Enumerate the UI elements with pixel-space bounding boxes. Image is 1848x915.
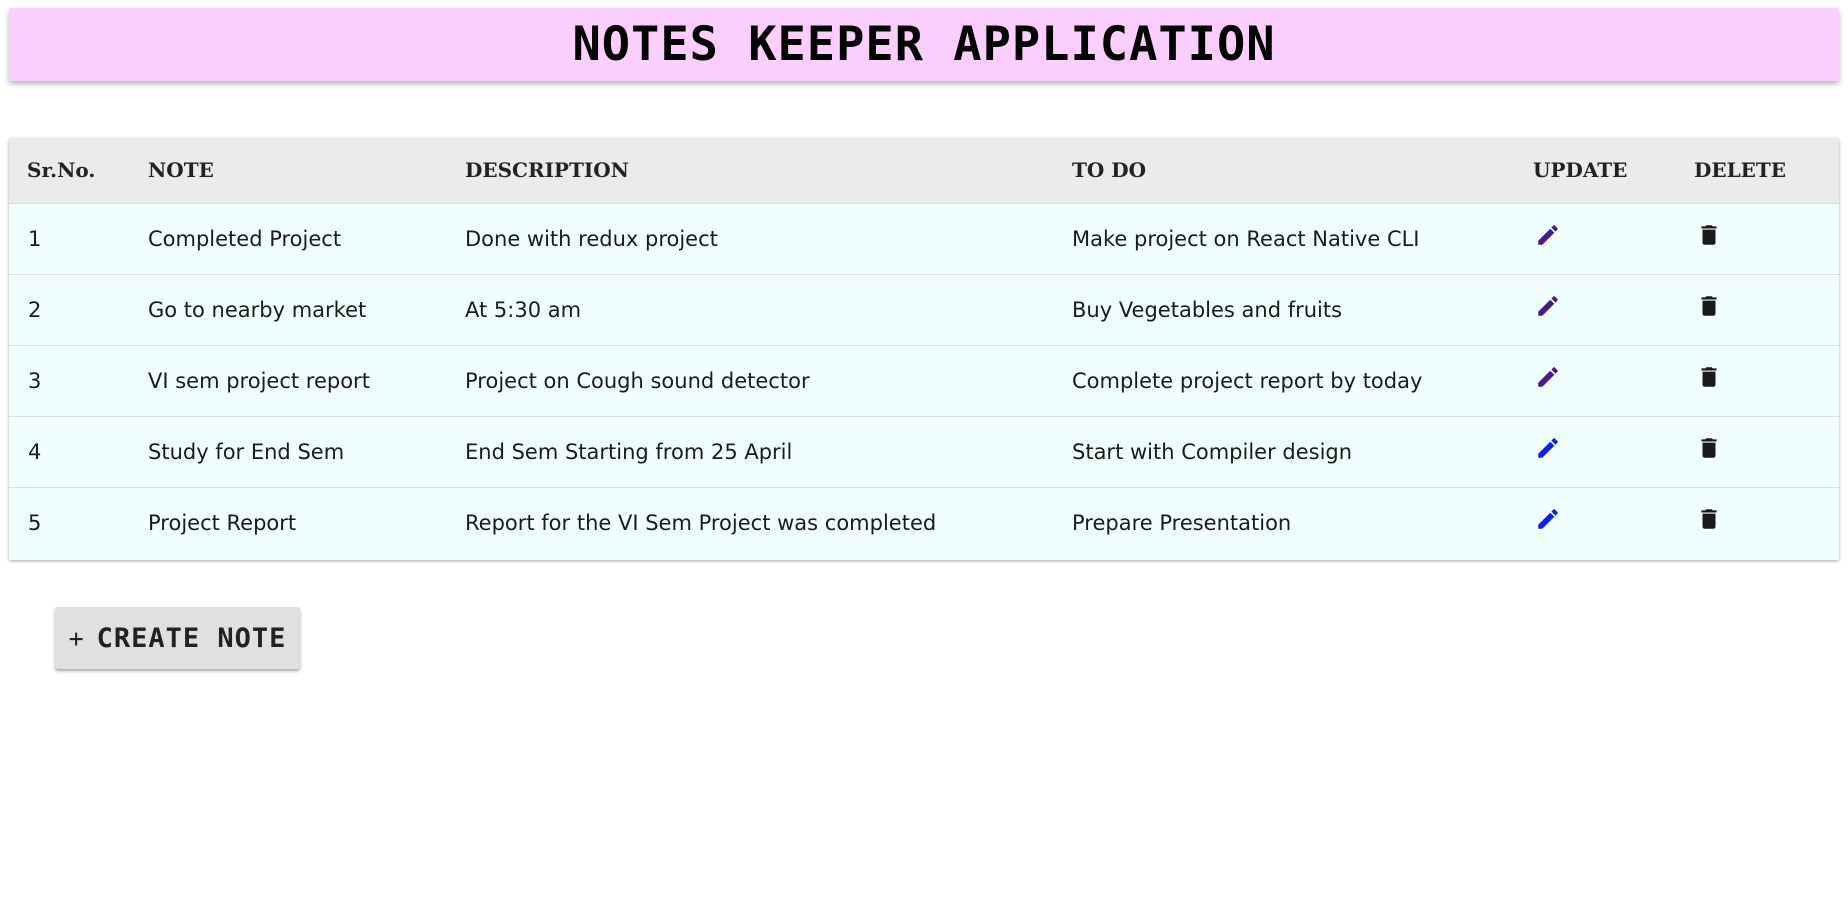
trash-icon[interactable] [1694, 220, 1724, 250]
app-header: NOTES KEEPER APPLICATION [9, 8, 1839, 81]
cell-sr-no: 5 [28, 510, 42, 535]
notes-table-container: Sr.No. NOTE DESCRIPTION TO DO UPDATE DEL… [9, 138, 1839, 560]
cell-delete [1676, 274, 1839, 345]
cell-delete [1676, 416, 1839, 487]
cell-sr-no: 2 [28, 297, 42, 322]
header-sr-no: Sr.No. [27, 158, 96, 183]
cell-update [1515, 203, 1676, 274]
create-note-button[interactable]: + CREATE NOTE [55, 607, 300, 669]
cell-description: At 5:30 am [465, 297, 582, 322]
cell-delete [1676, 203, 1839, 274]
cell-note: Project Report [148, 510, 297, 535]
header-update: UPDATE [1533, 158, 1628, 183]
table-row: 2 Go to nearby market At 5:30 am Buy Veg… [9, 274, 1839, 345]
cell-delete [1676, 345, 1839, 416]
header-todo: TO DO [1072, 158, 1147, 183]
trash-icon[interactable] [1694, 291, 1724, 321]
cell-sr-no: 3 [28, 368, 42, 393]
pencil-icon[interactable] [1533, 362, 1563, 392]
cell-delete [1676, 487, 1839, 558]
table-row: 5 Project Report Report for the VI Sem P… [9, 487, 1839, 558]
cell-sr-no: 4 [28, 439, 42, 464]
cell-note: Completed Project [148, 226, 342, 251]
cell-description: Project on Cough sound detector [465, 368, 810, 393]
pencil-icon[interactable] [1533, 220, 1563, 250]
trash-icon[interactable] [1694, 433, 1724, 463]
plus-icon: + [68, 623, 85, 653]
cell-todo: Prepare Presentation [1072, 510, 1292, 535]
header-description: DESCRIPTION [465, 158, 629, 183]
cell-todo: Start with Compiler design [1072, 439, 1353, 464]
trash-icon[interactable] [1694, 504, 1724, 534]
cell-note: VI sem project report [148, 368, 370, 393]
table-body: 1 Completed Project Done with redux proj… [9, 203, 1839, 558]
cell-update [1515, 416, 1676, 487]
cell-todo: Make project on React Native CLI [1072, 226, 1420, 251]
notes-table: Sr.No. NOTE DESCRIPTION TO DO UPDATE DEL… [9, 138, 1839, 558]
header-delete: DELETE [1694, 158, 1787, 183]
trash-icon[interactable] [1694, 362, 1724, 392]
pencil-icon[interactable] [1533, 291, 1563, 321]
table-header: Sr.No. NOTE DESCRIPTION TO DO UPDATE DEL… [9, 138, 1839, 203]
cell-update [1515, 345, 1676, 416]
cell-note: Study for End Sem [148, 439, 345, 464]
cell-update [1515, 487, 1676, 558]
cell-description: Done with redux project [465, 226, 718, 251]
pencil-icon[interactable] [1533, 433, 1563, 463]
cell-update [1515, 274, 1676, 345]
pencil-icon[interactable] [1533, 504, 1563, 534]
cell-note: Go to nearby market [148, 297, 367, 322]
cell-sr-no: 1 [28, 226, 42, 251]
table-row: 4 Study for End Sem End Sem Starting fro… [9, 416, 1839, 487]
header-note: NOTE [148, 158, 214, 183]
table-header-row: Sr.No. NOTE DESCRIPTION TO DO UPDATE DEL… [9, 138, 1839, 203]
cell-todo: Buy Vegetables and fruits [1072, 297, 1343, 322]
create-note-label: CREATE NOTE [96, 622, 287, 654]
table-row: 3 VI sem project report Project on Cough… [9, 345, 1839, 416]
cell-description: End Sem Starting from 25 April [465, 439, 793, 464]
cell-todo: Complete project report by today [1072, 368, 1423, 393]
page-title: NOTES KEEPER APPLICATION [572, 17, 1276, 72]
cell-description: Report for the VI Sem Project was comple… [465, 510, 937, 535]
table-row: 1 Completed Project Done with redux proj… [9, 203, 1839, 274]
